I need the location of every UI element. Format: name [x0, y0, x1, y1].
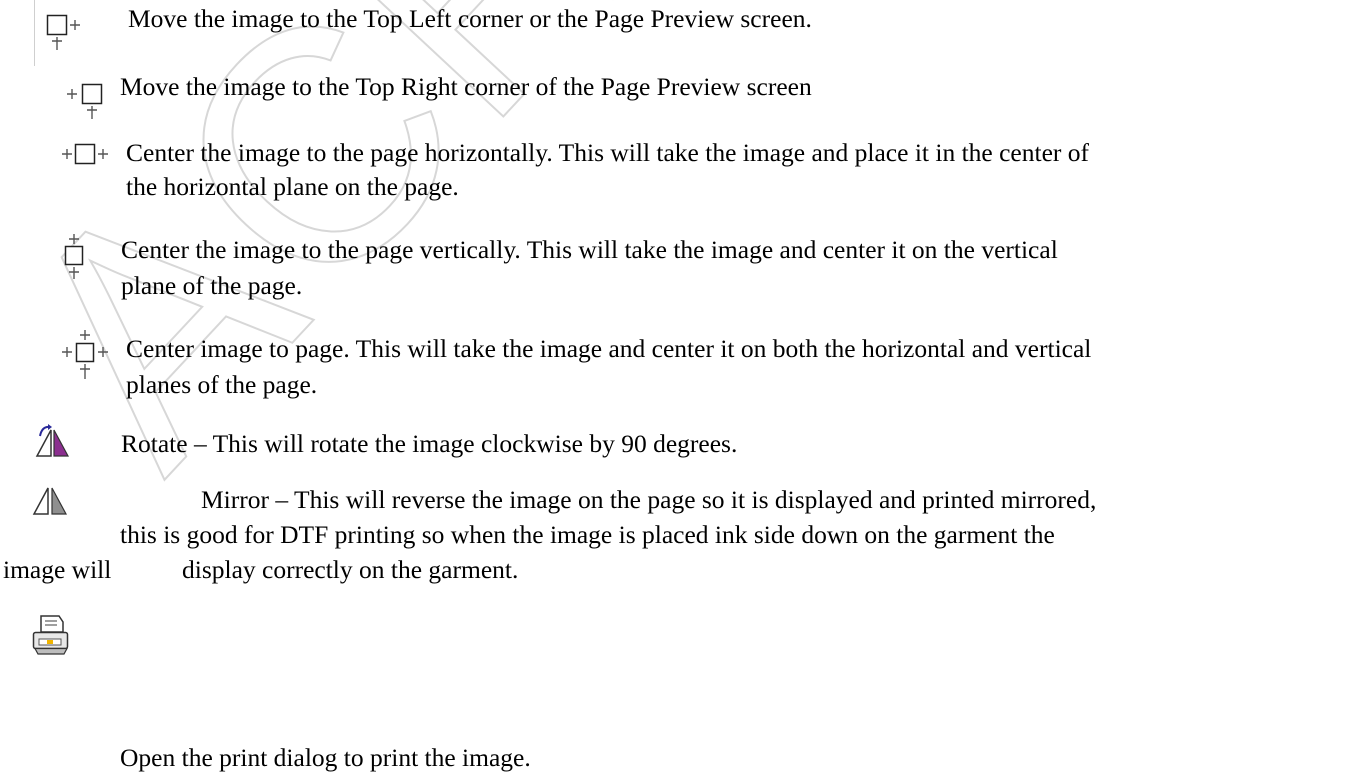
- item-3-text-line-1: Center the image to the page horizontall…: [126, 138, 1089, 167]
- align-top-left-icon: [46, 14, 90, 54]
- center-horizontal-icon: [61, 140, 109, 170]
- item-7-text-line-3b: display correctly on the garment.: [182, 555, 519, 584]
- item-2-text: Move the image to the Top Right corner o…: [120, 72, 812, 101]
- item-4-text-line-2: plane of the page.: [121, 271, 303, 300]
- item-7-text-line-3a: image will: [3, 555, 112, 584]
- align-top-right-icon: [66, 83, 110, 123]
- item-1-text: Move the image to the Top Left corner or…: [128, 4, 812, 33]
- item-4-text-line-1: Center the image to the page vertically.…: [121, 235, 1058, 264]
- item-3-text-line-2: the horizontal plane on the page.: [126, 172, 459, 201]
- item-7-text-line-1: Mirror – This will reverse the image on …: [201, 485, 1097, 514]
- item-6-text: Rotate – This will rotate the image cloc…: [121, 429, 738, 458]
- item-5-text-line-1: Center image to page. This will take the…: [126, 334, 1092, 363]
- printer-icon: [31, 614, 71, 656]
- item-7-text-line-2: this is good for DTF printing so when th…: [120, 520, 1055, 549]
- item-8-text: Open the print dialog to print the image…: [120, 743, 531, 772]
- center-both-icon: [61, 330, 109, 380]
- center-vertical-icon: [64, 234, 94, 280]
- mirror-icon: [32, 484, 72, 520]
- rotate-icon: [34, 424, 74, 460]
- item-5-text-line-2: planes of the page.: [126, 370, 318, 399]
- document-body: Move the image to the Top Left corner or…: [0, 0, 1353, 778]
